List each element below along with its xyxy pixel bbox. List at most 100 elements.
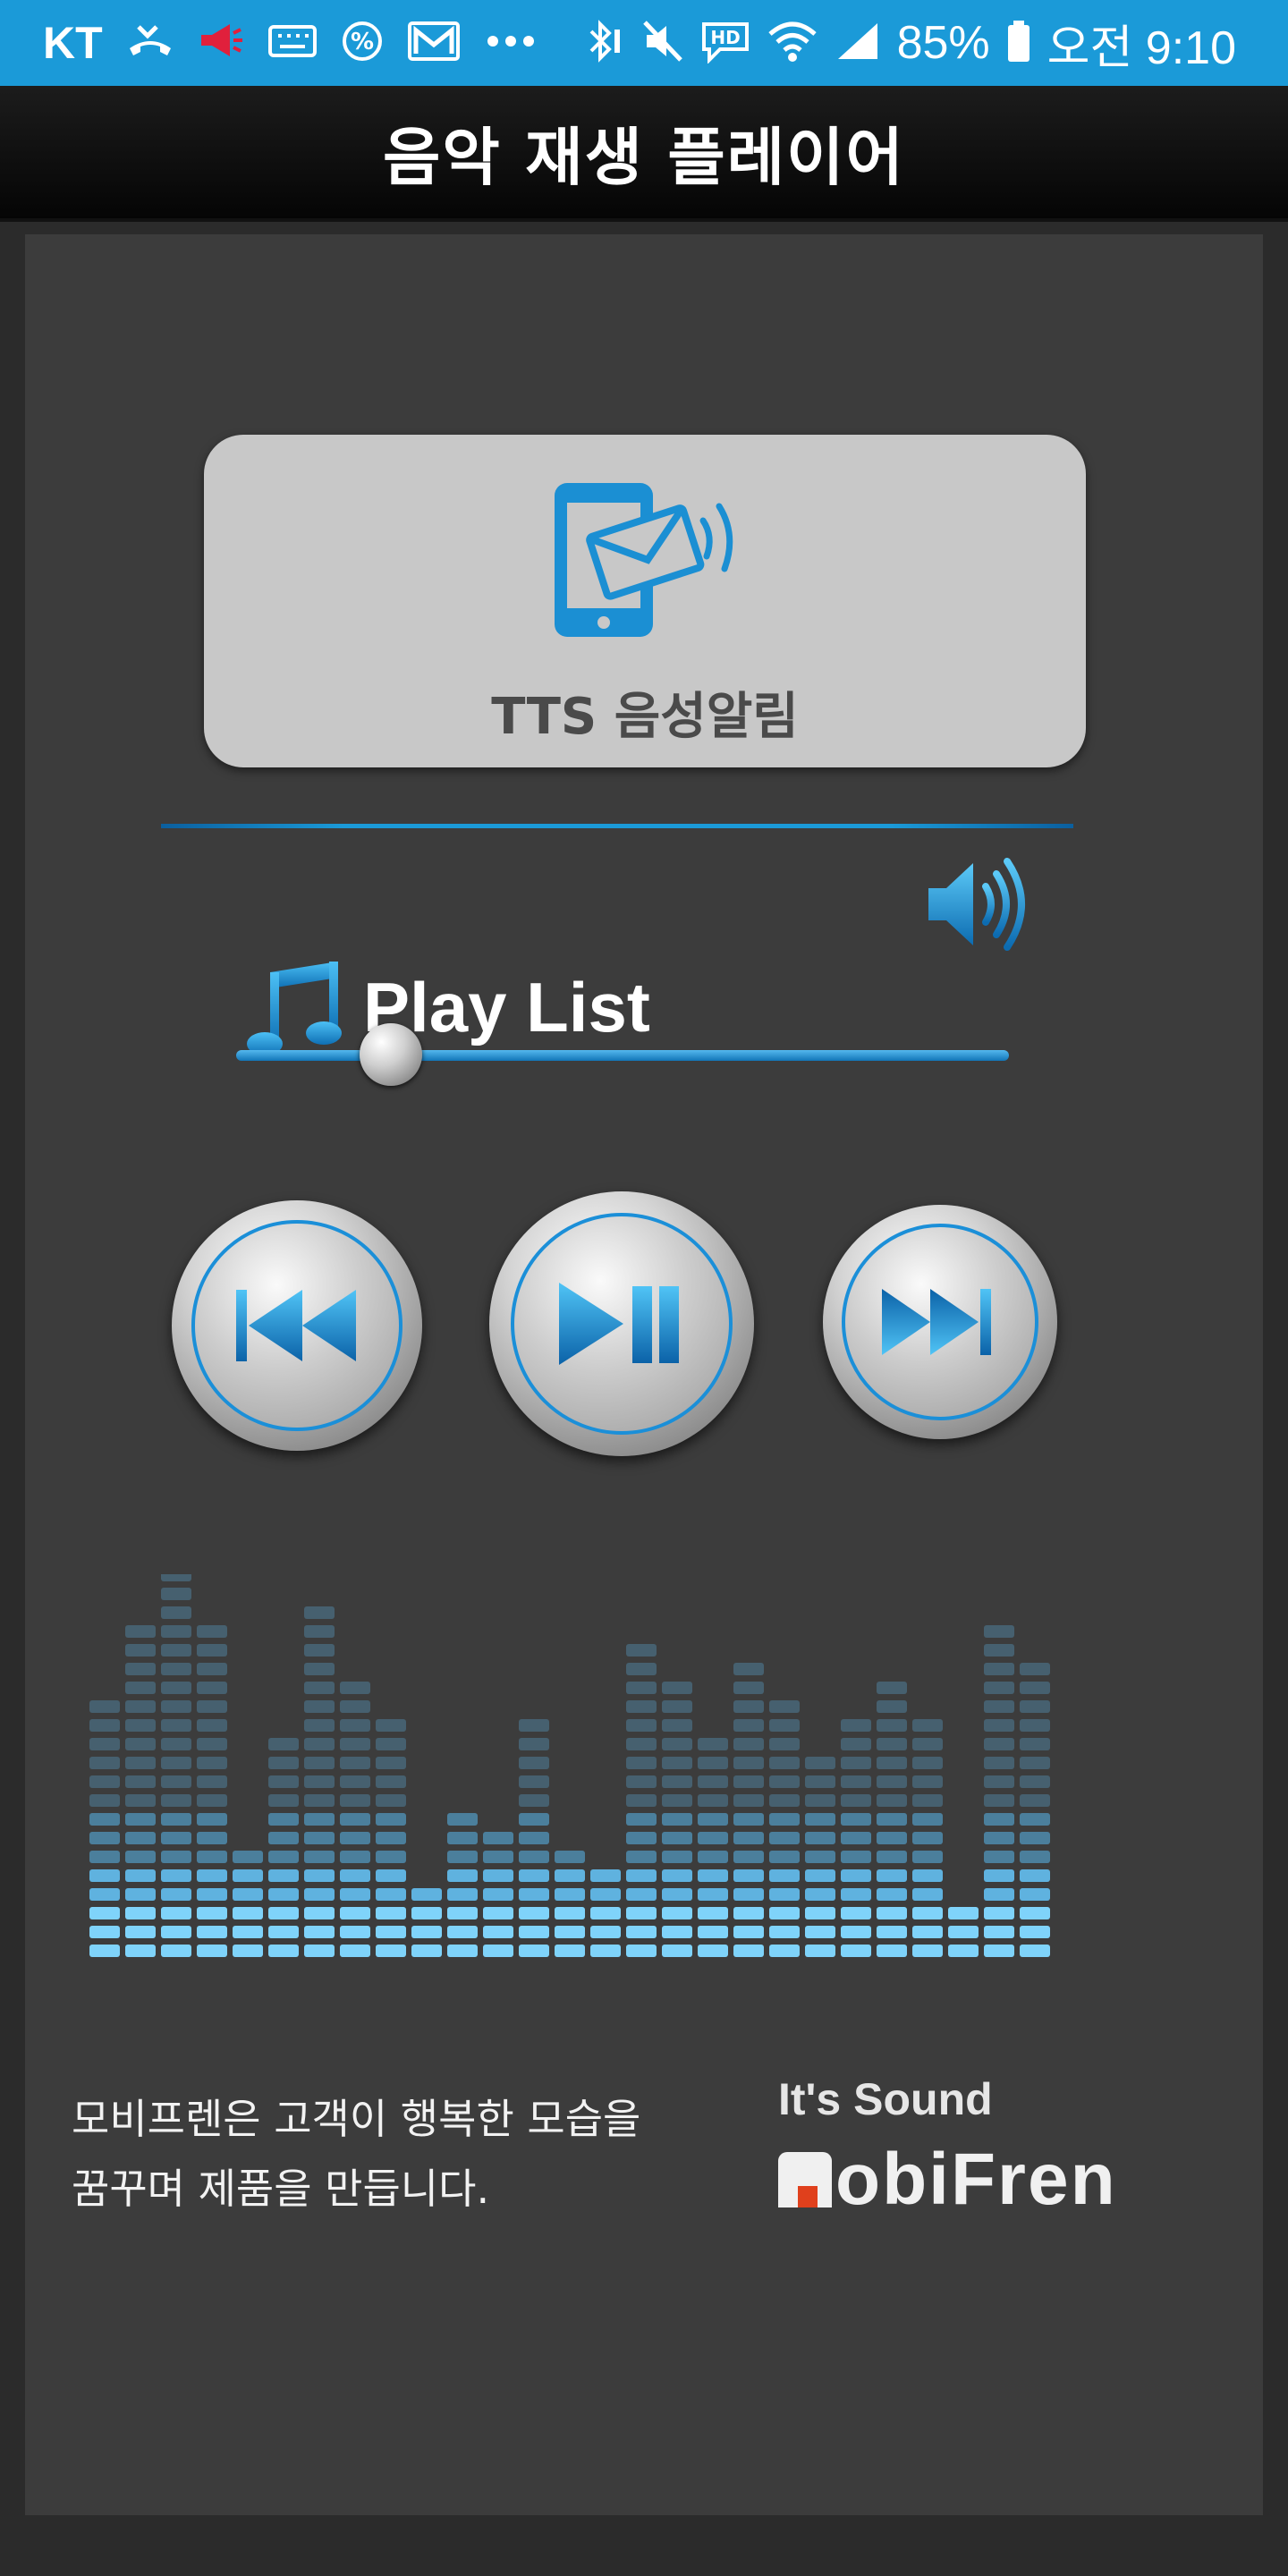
equalizer-segment (626, 1869, 657, 1882)
equalizer-segment (1020, 1926, 1050, 1938)
equalizer-segment (483, 1832, 513, 1844)
equalizer-segment (268, 1888, 299, 1901)
equalizer-segment (268, 1813, 299, 1826)
equalizer-segment (376, 1775, 406, 1788)
equalizer-segment (698, 1757, 728, 1769)
equalizer-segment (376, 1888, 406, 1901)
next-track-button[interactable] (823, 1205, 1057, 1439)
equalizer-segment (161, 1945, 191, 1957)
equalizer-segment (125, 1700, 156, 1713)
equalizer-segment (161, 1851, 191, 1863)
equalizer-segment (376, 1945, 406, 1957)
equalizer-segment (340, 1926, 370, 1938)
equalizer-segment (877, 1813, 907, 1826)
equalizer-segment (161, 1832, 191, 1844)
equalizer-segment (197, 1869, 227, 1882)
equalizer-segment (447, 1888, 478, 1901)
equalizer-segment (626, 1738, 657, 1750)
equalizer-segment (233, 1851, 263, 1863)
equalizer-segment (483, 1869, 513, 1882)
equalizer-segment (483, 1926, 513, 1938)
equalizer-segment (447, 1832, 478, 1844)
equalizer-segment (877, 1775, 907, 1788)
equalizer-segment (340, 1851, 370, 1863)
equalizer-segment (125, 1757, 156, 1769)
equalizer-segment (984, 1794, 1014, 1807)
equalizer-segment (877, 1888, 907, 1901)
equalizer-segment (1020, 1851, 1050, 1863)
equalizer-segment (447, 1945, 478, 1957)
equalizer-segment (376, 1926, 406, 1938)
equalizer-segment (161, 1926, 191, 1938)
equalizer-segment (197, 1945, 227, 1957)
equalizer-segment (769, 1851, 800, 1863)
equalizer-segment (197, 1757, 227, 1769)
equalizer-segment (733, 1775, 764, 1788)
equalizer-segment (590, 1926, 621, 1938)
equalizer-segment (555, 1869, 585, 1882)
equalizer-segment (125, 1794, 156, 1807)
equalizer-segment (877, 1794, 907, 1807)
play-pause-button[interactable] (489, 1191, 754, 1456)
speaker-icon[interactable] (903, 836, 1038, 970)
equalizer-segment (626, 1832, 657, 1844)
equalizer-segment (1020, 1832, 1050, 1844)
play-pause-icon (559, 1283, 679, 1365)
equalizer-segment (411, 1907, 442, 1919)
equalizer-segment (733, 1851, 764, 1863)
equalizer-segment (376, 1738, 406, 1750)
equalizer-segment (304, 1794, 335, 1807)
equalizer-segment (841, 1869, 871, 1882)
tts-notification-button[interactable]: TTS 음성알림 (204, 435, 1086, 767)
equalizer-segment (698, 1945, 728, 1957)
equalizer-segment (698, 1794, 728, 1807)
equalizer-segment (161, 1907, 191, 1919)
previous-track-icon (236, 1290, 356, 1361)
equalizer-segment (125, 1663, 156, 1675)
equalizer-segment (948, 1907, 979, 1919)
equalizer-segment (125, 1775, 156, 1788)
equalizer-segment (662, 1682, 692, 1694)
equalizer-segment (733, 1757, 764, 1769)
equalizer-segment (698, 1888, 728, 1901)
equalizer-segment (733, 1794, 764, 1807)
equalizer-segment (912, 1832, 943, 1844)
equalizer-segment (304, 1907, 335, 1919)
equalizer-segment (877, 1682, 907, 1694)
equalizer-segment (89, 1869, 120, 1882)
equalizer-segment (304, 1926, 335, 1938)
equalizer-segment (841, 1945, 871, 1957)
equalizer-segment (304, 1775, 335, 1788)
equalizer-segment (89, 1719, 120, 1732)
equalizer-segment (519, 1926, 549, 1938)
equalizer-segment (1020, 1738, 1050, 1750)
equalizer-segment (698, 1775, 728, 1788)
equalizer-segment (698, 1832, 728, 1844)
equalizer-segment (340, 1700, 370, 1713)
equalizer-segment (805, 1907, 835, 1919)
equalizer-segment (411, 1945, 442, 1957)
equalizer-segment (197, 1907, 227, 1919)
previous-track-button[interactable] (172, 1200, 422, 1451)
mute-icon (641, 19, 684, 67)
equalizer-segment (89, 1907, 120, 1919)
equalizer-segment (841, 1775, 871, 1788)
equalizer-segment (197, 1644, 227, 1657)
equalizer-segment (125, 1907, 156, 1919)
volume-slider[interactable] (236, 1020, 1009, 1091)
equalizer-segment (161, 1719, 191, 1732)
equalizer-segment (197, 1700, 227, 1713)
brand-tagline: It's Sound (778, 2074, 993, 2124)
volume-thumb[interactable] (359, 1023, 422, 1086)
equalizer-segment (626, 1775, 657, 1788)
equalizer-segment (769, 1794, 800, 1807)
equalizer-segment (411, 1888, 442, 1901)
equalizer-segment (161, 1738, 191, 1750)
equalizer-segment (626, 1663, 657, 1675)
equalizer-segment (1020, 1700, 1050, 1713)
equalizer-segment (984, 1682, 1014, 1694)
equalizer-segment (769, 1757, 800, 1769)
equalizer-segment (662, 1794, 692, 1807)
equalizer-segment (841, 1888, 871, 1901)
bluetooth-icon (582, 19, 625, 67)
